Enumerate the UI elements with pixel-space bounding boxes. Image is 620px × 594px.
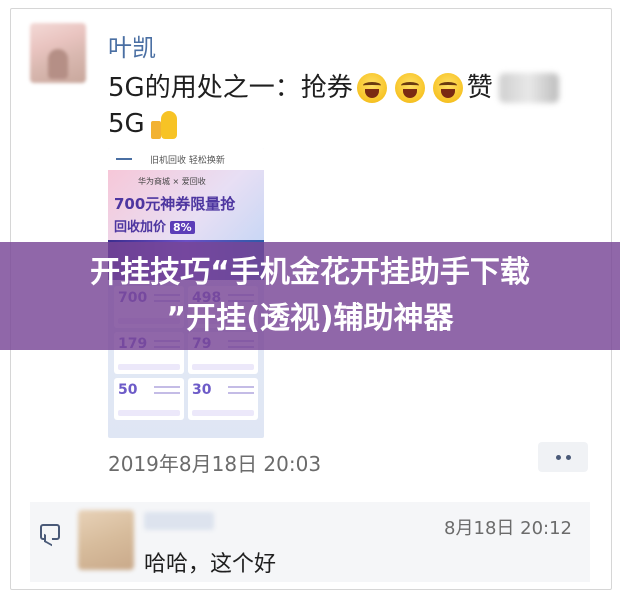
- overlay-title-line-1: 开挂技巧“手机金花开挂助手下载: [90, 255, 530, 290]
- more-dots-icon: [565, 454, 571, 460]
- promo-top-text: 旧机回收 轻松换新: [150, 155, 225, 166]
- comment-section: 8月18日 20:12 哈哈，这个好: [30, 502, 590, 582]
- post-content: 5G的用处之一：抢券 赞 5G: [108, 70, 559, 142]
- post-line-2-text: 5G: [108, 109, 145, 139]
- promo-subline-text: 回收加价: [114, 220, 167, 235]
- promo-subline: 回收加价 8%: [114, 216, 258, 235]
- laugh-emoji-icon: [394, 73, 425, 103]
- post-line-1-suffix: 赞: [466, 73, 493, 103]
- author-avatar[interactable]: [30, 23, 86, 83]
- commenter-avatar[interactable]: [78, 510, 134, 570]
- comment-icon: [40, 524, 60, 540]
- post-line-1: 5G的用处之一：抢券 赞: [108, 70, 559, 106]
- comment-time: 8月18日 20:12: [444, 518, 572, 539]
- blurred-content: [498, 73, 559, 103]
- more-options-button[interactable]: [538, 442, 588, 472]
- promo-percent: 8%: [170, 221, 195, 234]
- thumbs-up-icon: [150, 109, 179, 139]
- author-name[interactable]: 叶凯: [108, 28, 156, 63]
- coupon-tile: 30: [188, 378, 258, 420]
- coupon-tile: 50: [114, 378, 184, 420]
- promo-banner: 华为商城 × 爱回收 700元神券限量抢 回收加价 8%: [108, 170, 264, 240]
- logo-mark-icon: [116, 158, 132, 160]
- promo-brand: 华为商城 × 爱回收: [138, 177, 206, 186]
- commenter-name-blurred[interactable]: [144, 512, 214, 530]
- overlay-title-line-2: ”开挂(透视)辅助神器: [166, 301, 454, 336]
- post-timestamp: 2019年8月18日 20:03: [108, 452, 322, 476]
- more-dots-icon: [555, 454, 561, 460]
- post-line-2: 5G: [108, 106, 559, 142]
- title-overlay-banner: 开挂技巧“手机金花开挂助手下载 ”开挂(透视)辅助神器: [0, 242, 620, 350]
- comment-text: 哈哈，这个好: [144, 552, 277, 577]
- laugh-emoji-icon: [432, 73, 463, 103]
- promo-top-bar: 旧机回收 轻松换新: [108, 148, 264, 170]
- laugh-emoji-icon: [356, 73, 387, 103]
- post-line-1-prefix: 5G的用处之一：抢券: [108, 73, 353, 103]
- promo-headline: 700元神券限量抢: [114, 195, 236, 213]
